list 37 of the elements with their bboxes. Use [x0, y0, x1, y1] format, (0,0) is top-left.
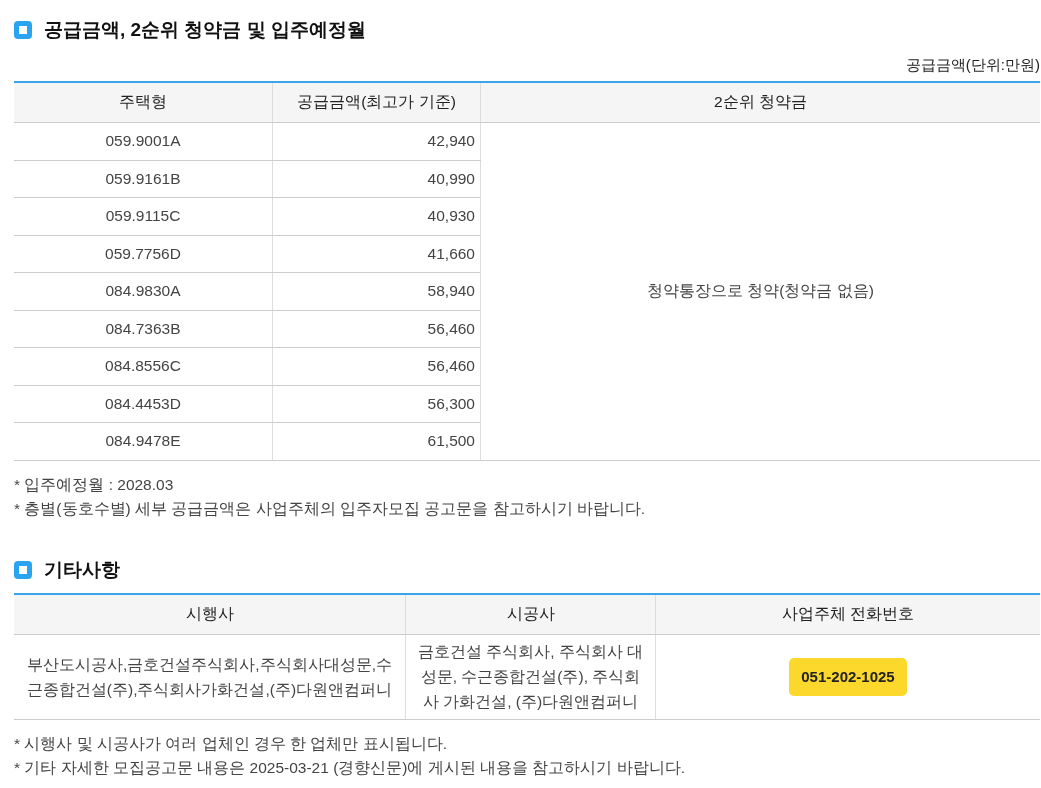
table-cell: 56,300 [272, 385, 481, 423]
table-cell: 059.7756D [14, 235, 273, 273]
footnote: * 기타 자세한 모집공고문 내용은 2025-03-21 (경향신문)에 게시된 내용을 참고하시기 바랍니다. [14, 757, 686, 778]
table-cell: 084.4453D [14, 385, 273, 423]
section-title: 공급금액, 2순위 청약금 및 입주예정월 [44, 18, 366, 42]
table-cell: 059.9001A [14, 122, 273, 160]
table-cell: 40,990 [272, 160, 481, 198]
column-header: 시공사 [405, 593, 656, 634]
square-bullet-icon [14, 21, 32, 39]
table-cell: 059.9115C [14, 197, 273, 235]
table-cell: 42,940 [272, 122, 481, 160]
table-cell: 61,500 [272, 422, 481, 460]
table-cell: 41,660 [272, 235, 481, 273]
column-header: 시행사 [14, 593, 406, 634]
table-cell: 부산도시공사,금호건설주식회사,주식회사대성문,수근종합건설(주),주식회사가화건설,(주)다원앤컴퍼니 [14, 634, 406, 719]
column-header: 2순위 청약금 [480, 82, 1040, 123]
table-cell: 56,460 [272, 347, 481, 385]
table-cell: 58,940 [272, 272, 481, 310]
footnote: * 입주예정월 : 2028.03 [14, 474, 175, 495]
phone-number-badge: 051-202-1025 [789, 657, 907, 696]
table-cell: 청약통장으로 청약(청약금 없음) [480, 122, 1040, 460]
square-bullet-icon [14, 560, 32, 579]
table-cell: 059.9161B [14, 160, 273, 198]
footnote: * 층별(동호수별) 세부 공급금액은 사업주체의 입주자모집 공고문을 참고하시기 바랍니다. [14, 498, 647, 519]
table-cell: 084.9478E [14, 422, 273, 460]
column-header: 주택형 [14, 82, 273, 123]
column-header: 공급금액(최고가 기준) [272, 82, 481, 123]
section-title: 기타사항 [44, 557, 120, 582]
table-cell: 40,930 [272, 197, 481, 235]
table-cell: 금호건설 주식회사, 주식회사 대성문, 수근종합건설(주), 주식회사 가화건설, (주)다원앤컴퍼니 [405, 634, 656, 719]
table-cell: 084.9830A [14, 272, 273, 310]
unit-label: 공급금액(단위:만원) [905, 56, 1040, 75]
table-cell: 084.7363B [14, 310, 273, 348]
table-cell: 084.8556C [14, 347, 273, 385]
table-cell: 56,460 [272, 310, 481, 348]
footnote: * 시행사 및 시공사가 여러 업체인 경우 한 업체만 표시됩니다. [14, 733, 449, 754]
column-header: 사업주체 전화번호 [655, 593, 1040, 634]
